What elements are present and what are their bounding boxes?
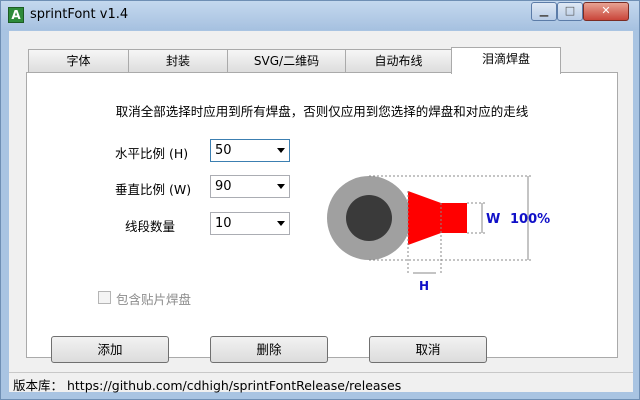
chevron-down-icon	[277, 148, 285, 153]
tab-autoroute[interactable]: 自动布线	[345, 49, 452, 73]
tab-teardrop[interactable]: 泪滴焊盘	[451, 47, 561, 74]
teardrop-diagram: W H 100%	[327, 175, 550, 293]
h-label: H	[419, 279, 429, 293]
status-bar: 版本库： https://github.com/cdhigh/sprintFon…	[9, 372, 633, 394]
tab-font[interactable]: 字体	[28, 49, 129, 73]
teardrop-shape	[408, 191, 467, 245]
checkbox-box[interactable]	[98, 291, 111, 304]
minimize-button[interactable]: ▁	[531, 2, 557, 21]
vertical-ratio-select[interactable]: 90	[210, 175, 290, 198]
tab-footprint[interactable]: 封装	[128, 49, 228, 73]
horizontal-ratio-value: 50	[215, 143, 232, 158]
maximize-icon: □	[564, 4, 576, 17]
add-button[interactable]: 添加	[51, 336, 169, 363]
close-button[interactable]: ✕	[583, 2, 629, 21]
window-title: sprintFont v1.4	[30, 7, 129, 22]
include-smd-pads-label: 包含贴片焊盘	[116, 292, 192, 307]
tab-svg-qrcode[interactable]: SVG/二维码	[227, 49, 346, 73]
chevron-down-icon	[277, 184, 285, 189]
delete-button[interactable]: 删除	[210, 336, 328, 363]
segment-count-value: 10	[215, 216, 232, 231]
app-icon: A	[8, 7, 24, 23]
title-bar[interactable]: A sprintFont v1.4 ▁ □ ✕	[1, 1, 639, 30]
client-area: 字体 封装 SVG/二维码 自动布线 泪滴焊盘 取消全部选择时应用到所有焊盘，否…	[9, 31, 633, 394]
maximize-button[interactable]: □	[557, 2, 583, 21]
pad-hole	[346, 195, 392, 241]
w-label: W	[486, 212, 500, 227]
minimize-icon: ▁	[539, 4, 549, 17]
repository-link-text[interactable]: 版本库： https://github.com/cdhigh/sprintFon…	[13, 375, 401, 394]
chevron-down-icon	[277, 221, 285, 226]
horizontal-ratio-select[interactable]: 50	[210, 139, 290, 162]
vertical-ratio-label: 垂直比例 (W)	[115, 182, 192, 197]
instruction-text: 取消全部选择时应用到所有焊盘，否则仅应用到您选择的焊盘和对应的走线	[115, 104, 529, 119]
close-icon: ✕	[601, 4, 611, 17]
segment-count-select[interactable]: 10	[210, 212, 290, 235]
app-window: A sprintFont v1.4 ▁ □ ✕ 字体 封装 SVG/二维码 自动…	[0, 0, 640, 400]
horizontal-ratio-label: 水平比例 (H)	[115, 146, 189, 161]
percent-label: 100%	[510, 212, 550, 227]
segment-count-label: 线段数量	[125, 219, 176, 234]
teardrop-panel: 取消全部选择时应用到所有焊盘，否则仅应用到您选择的焊盘和对应的走线 水平比例 (…	[26, 72, 618, 363]
vertical-ratio-value: 90	[215, 179, 232, 194]
cancel-button[interactable]: 取消	[369, 336, 487, 363]
